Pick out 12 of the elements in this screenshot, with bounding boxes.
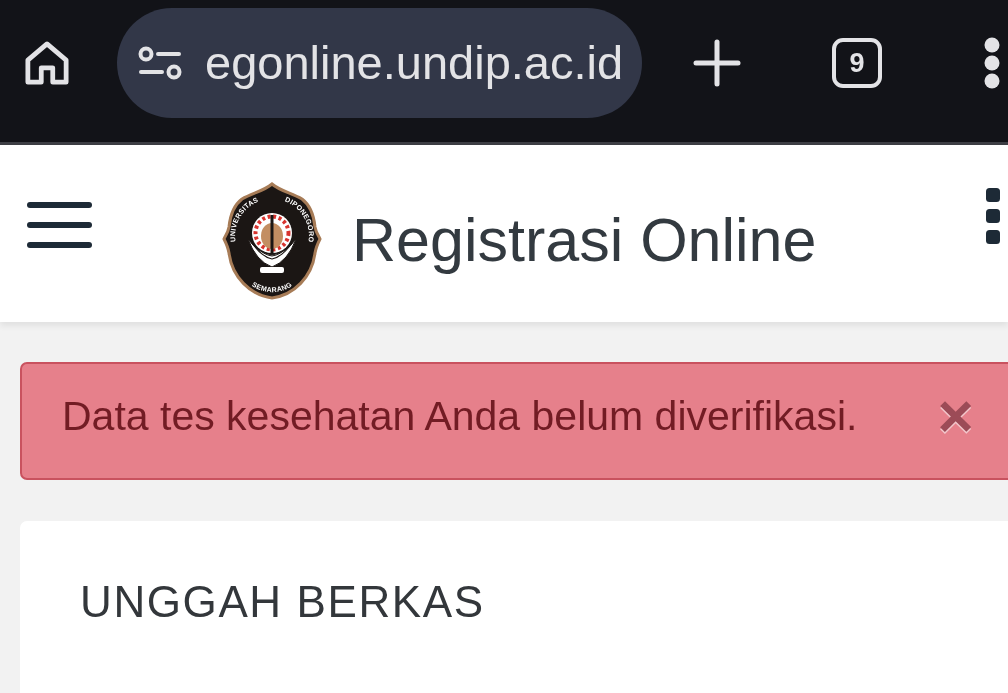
tab-switcher-button[interactable]: 9 <box>832 38 882 88</box>
more-icon[interactable] <box>986 188 1000 244</box>
site-title: Registrasi Online <box>352 205 817 275</box>
menu-icon[interactable] <box>27 202 92 248</box>
url-text: egonline.undip.ac.id <box>205 35 624 90</box>
home-icon[interactable] <box>24 41 70 85</box>
address-bar[interactable]: egonline.undip.ac.id <box>117 8 642 118</box>
plus-icon[interactable] <box>693 39 741 87</box>
sliders-icon[interactable] <box>138 46 182 80</box>
more-icon[interactable] <box>983 37 1001 89</box>
card-title: UNGGAH BERKAS <box>80 576 485 628</box>
alert-message: Data tes kesehatan Anda belum diverifikasi. <box>62 393 858 440</box>
